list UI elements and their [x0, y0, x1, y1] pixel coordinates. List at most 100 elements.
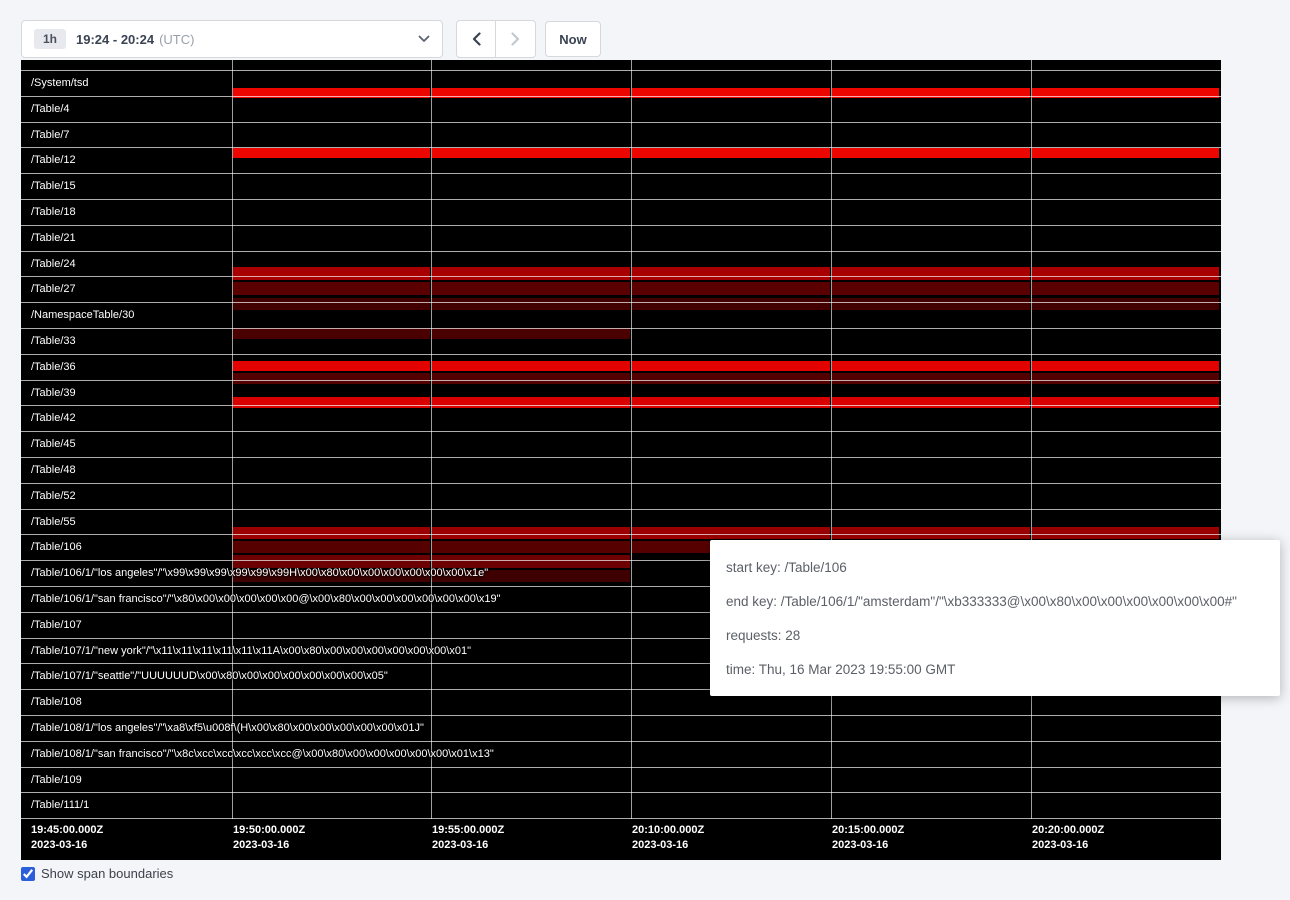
span-boundary-line: [21, 96, 1221, 97]
heat-cell[interactable]: [233, 361, 430, 371]
key-span-label: /Table/18: [31, 206, 76, 218]
key-span-label: /Table/12: [31, 154, 76, 166]
next-range-button[interactable]: [496, 20, 536, 58]
span-boundary-line: [21, 741, 1221, 742]
span-boundary-line: [21, 302, 1221, 303]
heat-cell[interactable]: [832, 267, 1030, 280]
heat-cell[interactable]: [632, 361, 830, 371]
key-span-label: /Table/21: [31, 232, 76, 244]
heat-cell[interactable]: [432, 298, 630, 310]
now-button[interactable]: Now: [545, 21, 601, 57]
span-boundary-line: [21, 70, 1221, 71]
hover-tooltip: start key: /Table/106end key: /Table/106…: [710, 540, 1280, 696]
axis-date: 2023-03-16: [632, 838, 704, 853]
span-boundary-line: [21, 276, 1221, 277]
heat-cell[interactable]: [432, 267, 630, 280]
axis-time: 20:10:00.000Z: [632, 823, 704, 838]
heat-cell[interactable]: [233, 373, 430, 384]
range-duration-badge: 1h: [34, 29, 66, 49]
heat-cell[interactable]: [832, 527, 1030, 539]
heat-cell[interactable]: [832, 361, 1030, 371]
key-span-label: /Table/45: [31, 438, 76, 450]
key-span-label: /Table/107/1/"seattle"/"UUUUUUD\x00\x80\…: [31, 670, 388, 682]
tooltip-line: time: Thu, 16 Mar 2023 19:55:00 GMT: [726, 652, 1264, 686]
range-timezone: (UTC): [159, 32, 194, 47]
key-span-label: /Table/106/1/"san francisco"/"\x80\x00\x…: [31, 593, 501, 605]
heat-cell[interactable]: [432, 282, 630, 295]
heat-cell[interactable]: [632, 527, 830, 539]
span-boundary-line: [21, 715, 1221, 716]
span-boundary-line: [21, 483, 1221, 484]
heat-cell[interactable]: [233, 328, 430, 339]
heat-cell[interactable]: [233, 282, 430, 295]
chevron-down-icon: [418, 35, 430, 43]
heat-cell[interactable]: [1032, 527, 1219, 539]
heat-cell[interactable]: [233, 267, 430, 280]
heat-cell[interactable]: [832, 282, 1030, 295]
heat-cell[interactable]: [233, 541, 430, 553]
key-span-label: /Table/55: [31, 516, 76, 528]
heat-cell[interactable]: [1032, 361, 1219, 371]
span-boundary-line: [21, 251, 1221, 252]
time-axis-label: 20:20:00.000Z2023-03-16: [1032, 823, 1104, 853]
heat-cell[interactable]: [1032, 148, 1219, 158]
key-visualizer-page: 1h 19:24 - 20:24 (UTC) Now /System/tsd/T…: [0, 0, 1290, 900]
span-boundary-line: [21, 792, 1221, 793]
heat-cell[interactable]: [233, 527, 430, 539]
span-boundary-line: [21, 380, 1221, 381]
heat-cell[interactable]: [1032, 298, 1219, 310]
heat-cell[interactable]: [432, 361, 630, 371]
span-boundaries-control: Show span boundaries: [21, 866, 173, 881]
time-axis-label: 20:10:00.000Z2023-03-16: [632, 823, 704, 853]
range-text: 19:24 - 20:24: [76, 32, 154, 47]
heat-cell[interactable]: [432, 328, 630, 339]
span-boundary-line: [21, 328, 1221, 329]
time-range-selector[interactable]: 1h 19:24 - 20:24 (UTC): [21, 20, 443, 58]
show-span-boundaries-checkbox[interactable]: [21, 867, 35, 881]
heat-cell[interactable]: [632, 298, 830, 310]
key-span-label: /Table/108/1/"los angeles"/"\xa8\xf5\u00…: [31, 722, 424, 734]
span-boundary-line: [21, 199, 1221, 200]
key-span-label: /Table/7: [31, 129, 70, 141]
heat-cell[interactable]: [632, 148, 830, 158]
key-span-label: /Table/4: [31, 103, 70, 115]
tooltip-line: start key: /Table/106: [726, 550, 1264, 584]
span-boundary-line: [21, 509, 1221, 510]
key-span-label: /Table/107: [31, 619, 82, 631]
key-span-label: /Table/111/1: [31, 799, 89, 811]
prev-range-button[interactable]: [456, 20, 496, 58]
key-visualizer-chart[interactable]: /System/tsd/Table/4/Table/7/Table/12/Tab…: [21, 60, 1221, 860]
heat-cell[interactable]: [233, 148, 430, 158]
heat-cell[interactable]: [233, 298, 430, 310]
heat-cell[interactable]: [632, 267, 830, 280]
key-span-label: /Table/52: [31, 490, 76, 502]
heat-cell[interactable]: [632, 282, 830, 295]
key-span-label: /Table/107/1/"new york"/"\x11\x11\x11\x1…: [31, 645, 471, 657]
key-span-label: /Table/39: [31, 387, 76, 399]
key-span-label: /System/tsd: [31, 77, 88, 89]
heat-cell[interactable]: [832, 148, 1030, 158]
heat-cell[interactable]: [432, 373, 630, 384]
heat-cell[interactable]: [832, 373, 1030, 384]
heat-cell[interactable]: [432, 148, 630, 158]
axis-time: 19:50:00.000Z: [233, 823, 305, 838]
tooltip-line: requests: 28: [726, 618, 1264, 652]
key-span-label: /NamespaceTable/30: [31, 309, 134, 321]
span-boundary-line: [21, 818, 1221, 819]
axis-date: 2023-03-16: [432, 838, 504, 853]
key-span-label: /Table/24: [31, 258, 76, 270]
heat-cell[interactable]: [432, 527, 630, 539]
time-axis-label: 19:55:00.000Z2023-03-16: [432, 823, 504, 853]
chevron-left-icon: [472, 32, 481, 46]
heat-cell[interactable]: [1032, 267, 1219, 280]
heat-cell[interactable]: [432, 541, 630, 553]
heat-cell[interactable]: [1032, 282, 1219, 295]
span-boundary-line: [21, 534, 1221, 535]
key-span-label: /Table/106/1/"los angeles"/"\x99\x99\x99…: [31, 567, 488, 579]
heat-cell[interactable]: [832, 298, 1030, 310]
time-axis-label: 20:15:00.000Z2023-03-16: [832, 823, 904, 853]
heat-cell[interactable]: [632, 373, 830, 384]
heat-cell[interactable]: [1032, 373, 1219, 384]
key-span-label: /Table/109: [31, 774, 82, 786]
span-boundary-line: [21, 122, 1221, 123]
